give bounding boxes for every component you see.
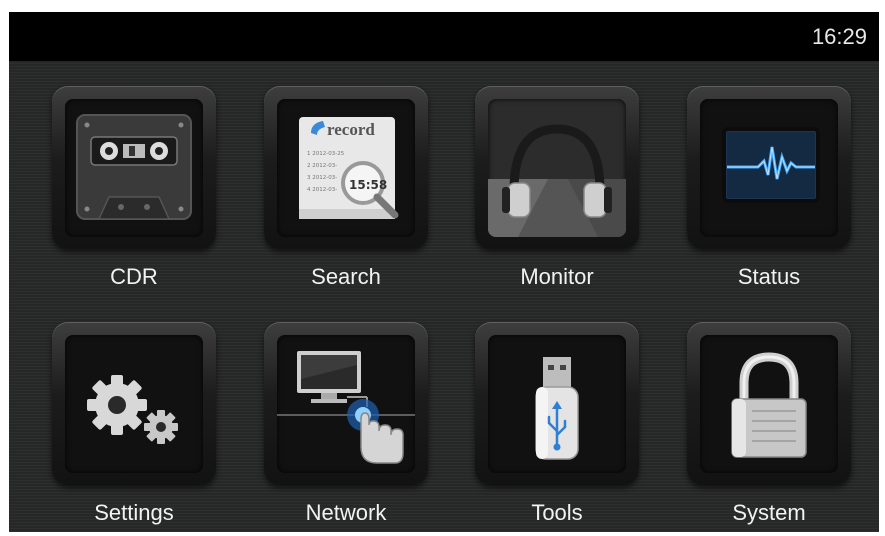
svg-text:4 2012-03-: 4 2012-03- (307, 187, 337, 193)
cdr-tile[interactable]: CDR (52, 86, 216, 289)
waveform-monitor-icon (700, 99, 838, 237)
tile-label: Search (311, 264, 381, 289)
computer-touch-icon (277, 335, 415, 473)
svg-text:3 2012-03-: 3 2012-03- (307, 175, 337, 181)
record-time: 15:58 (349, 178, 387, 192)
monitor-tile[interactable]: Monitor (475, 86, 639, 289)
tile-label: CDR (110, 264, 158, 289)
tile-label: Status (737, 264, 801, 289)
main-menu-grid: CDR record 1 2012-03-25 2 2012-03- 3 201… (9, 61, 879, 532)
headphones-icon (488, 99, 626, 237)
tile-label: Tools (531, 500, 583, 525)
gears-icon (65, 335, 203, 473)
tile-label: Monitor (520, 264, 594, 289)
clock: 16:29 (811, 24, 867, 49)
svg-text:1 2012-03-25: 1 2012-03-25 (307, 151, 345, 157)
settings-tile[interactable]: Settings (52, 322, 216, 525)
cassette-icon (65, 99, 203, 237)
padlock-icon (700, 335, 838, 473)
network-tile[interactable]: Network (264, 322, 428, 525)
system-tile[interactable]: System (687, 322, 851, 525)
search-tile[interactable]: record 1 2012-03-25 2 2012-03- 3 2012-03… (264, 86, 428, 289)
tile-label: System (732, 500, 806, 525)
status-bar: 16:29 (9, 12, 879, 61)
device-screen: 16:29 CDR record 1 2012-03-25 2 2012-03-… (9, 12, 879, 532)
tile-label: Settings (94, 500, 174, 525)
svg-text:2 2012-03-: 2 2012-03- (307, 163, 337, 169)
record-heading: record (327, 120, 375, 139)
usb-drive-icon (488, 335, 626, 473)
status-tile[interactable]: Status (687, 86, 851, 289)
tools-tile[interactable]: Tools (475, 322, 639, 525)
tile-label: Network (305, 500, 387, 525)
record-search-icon: record 1 2012-03-25 2 2012-03- 3 2012-03… (277, 99, 415, 237)
